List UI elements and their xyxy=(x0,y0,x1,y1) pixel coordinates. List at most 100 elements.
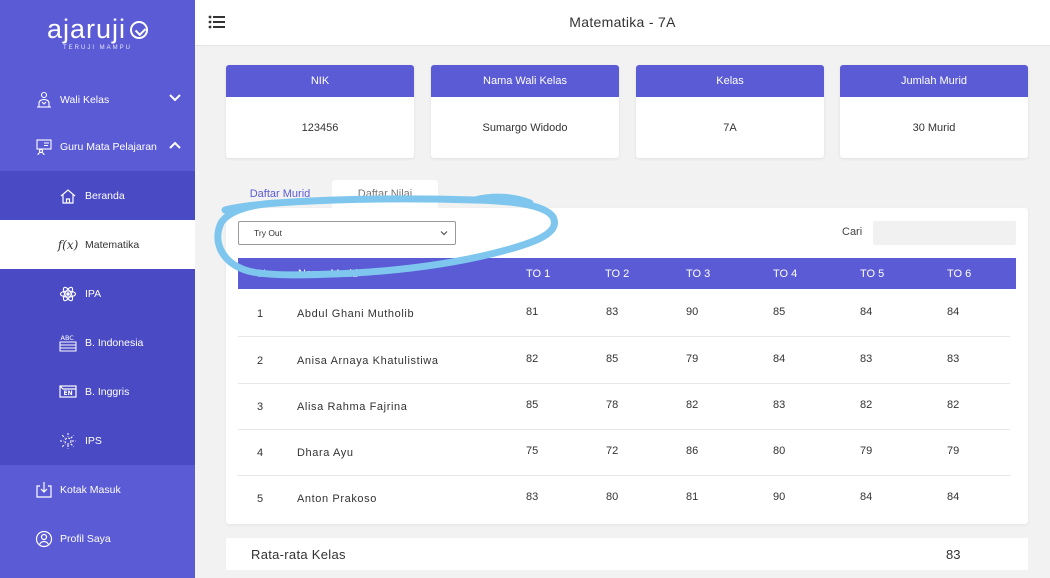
search-input[interactable] xyxy=(873,221,1016,245)
cell-score: 80 xyxy=(606,491,619,503)
table-header: No Nama Murid TO 1 TO 2 TO 3 TO 4 TO 5 T… xyxy=(238,258,1016,289)
svg-text:EN: EN xyxy=(64,390,73,397)
cell-name: Alisa Rahma Fajrina xyxy=(297,401,408,413)
card-label: Kelas xyxy=(636,65,824,97)
card-label: Nama Wali Kelas xyxy=(431,65,619,97)
card-value: 30 Murid xyxy=(912,121,956,134)
cell-name: Dhara Ayu xyxy=(297,447,354,459)
cell-no: 3 xyxy=(257,401,264,413)
logo-mark-icon xyxy=(130,20,149,39)
class-average-bar: Rata-rata Kelas 83 xyxy=(226,538,1028,570)
average-label: Rata-rata Kelas xyxy=(251,547,346,562)
cell-score: 72 xyxy=(606,445,619,457)
cell-score: 79 xyxy=(686,353,699,365)
table-row: 1 Abdul Ghani Mutholib 81 83 90 85 84 84 xyxy=(238,291,1010,337)
cell-score: 81 xyxy=(526,306,539,318)
card-value: Sumargo Widodo xyxy=(482,121,568,134)
column-header: TO 4 xyxy=(773,268,798,280)
cell-score: 83 xyxy=(860,353,873,365)
cell-score: 84 xyxy=(860,491,873,503)
atom-icon xyxy=(58,284,78,304)
info-card-nik: NIK 123456 xyxy=(226,65,414,158)
teacher-icon xyxy=(34,90,54,110)
select-value: Try Out xyxy=(254,228,283,238)
cell-score: 75 xyxy=(526,445,539,457)
cell-name: Anton Prakoso xyxy=(297,493,377,505)
table-row: 5 Anton Prakoso 83 80 81 90 84 84 xyxy=(238,476,1010,522)
sidebar-item-label: Profil Saya xyxy=(60,532,111,545)
cell-score: 82 xyxy=(686,399,699,411)
cell-name: Anisa Arnaya Khatulistiwa xyxy=(297,355,439,367)
cell-score: 85 xyxy=(526,399,539,411)
search-label: Cari xyxy=(842,226,863,238)
cell-score: 81 xyxy=(686,491,699,503)
cell-score: 84 xyxy=(947,491,960,503)
cell-score: 83 xyxy=(947,353,960,365)
card-label: NIK xyxy=(226,65,414,97)
card-label: Jumlah Murid xyxy=(840,65,1028,97)
average-value: 83 xyxy=(946,547,961,562)
cell-score: 85 xyxy=(773,306,786,318)
sidebar-item-profil-saya[interactable]: Profil Saya xyxy=(0,514,195,563)
cell-score: 79 xyxy=(947,445,960,457)
table-row: 3 Alisa Rahma Fajrina 85 78 82 83 82 82 xyxy=(238,384,1010,430)
sidebar-item-matematika[interactable]: f(x) Matematika xyxy=(0,220,195,269)
cell-score: 82 xyxy=(860,399,873,411)
sidebar-item-label: Matematika xyxy=(85,238,140,251)
sidebar-item-guru-mapel[interactable]: Guru Mata Pelajaran xyxy=(0,122,195,171)
sidebar-item-b-inggris[interactable]: EN B. Inggris xyxy=(0,367,195,416)
info-card-kelas: Kelas 7A xyxy=(636,65,824,158)
chevron-down-icon[interactable] xyxy=(167,90,183,106)
column-header: TO 5 xyxy=(860,268,885,280)
chevron-down-icon xyxy=(440,231,448,236)
inbox-icon xyxy=(34,480,54,500)
english-icon: EN xyxy=(58,382,78,402)
cell-score: 83 xyxy=(526,491,539,503)
top-bar: Matematika - 7A xyxy=(195,0,1050,46)
sidebar-item-kotak-masuk[interactable]: Kotak Masuk xyxy=(0,465,195,514)
cell-score: 84 xyxy=(947,306,960,318)
cell-score: 78 xyxy=(606,399,619,411)
cell-no: 2 xyxy=(257,355,264,367)
function-icon: f(x) xyxy=(57,237,79,252)
tab-daftar-nilai[interactable]: Daftar Nilai xyxy=(332,180,438,208)
page-title: Matematika - 7A xyxy=(569,14,676,30)
cell-no: 4 xyxy=(257,447,264,459)
globe-icon xyxy=(58,431,78,451)
column-header: Nama Murid xyxy=(298,268,358,280)
user-icon xyxy=(34,529,54,549)
cell-score: 84 xyxy=(860,306,873,318)
cell-no: 1 xyxy=(257,308,264,320)
grades-panel: Try Out Cari No Nama Murid TO 1 TO 2 TO … xyxy=(226,208,1028,524)
sidebar-item-ips[interactable]: IPS xyxy=(0,416,195,465)
exam-type-select[interactable]: Try Out xyxy=(238,221,456,245)
table-row: 2 Anisa Arnaya Khatulistiwa 82 85 79 84 … xyxy=(238,338,1010,384)
sidebar-item-label: IPA xyxy=(85,287,102,300)
logo: ajaruji TERUJI MAMPU xyxy=(0,14,195,51)
card-value: 7A xyxy=(723,121,737,134)
sidebar-item-ipa[interactable]: IPA xyxy=(0,269,195,318)
cell-score: 80 xyxy=(773,445,786,457)
sidebar-item-beranda[interactable]: Beranda xyxy=(0,171,195,220)
card-value: 123456 xyxy=(301,121,339,134)
table-row: 4 Dhara Ayu 75 72 86 80 79 79 xyxy=(238,430,1010,476)
sidebar-item-b-indonesia[interactable]: ABC B. Indonesia xyxy=(0,318,195,367)
sidebar-item-label: B. Inggris xyxy=(85,385,130,398)
sidebar-item-wali-kelas[interactable]: Wali Kelas xyxy=(0,75,195,124)
abc-book-icon: ABC xyxy=(58,333,78,353)
cell-name: Abdul Ghani Mutholib xyxy=(297,308,415,320)
info-card-wali-kelas: Nama Wali Kelas Sumargo Widodo xyxy=(431,65,619,158)
cell-score: 90 xyxy=(773,491,786,503)
sidebar-item-label: Beranda xyxy=(85,189,125,202)
column-header: No xyxy=(258,268,273,280)
cell-score: 86 xyxy=(686,445,699,457)
cell-no: 5 xyxy=(257,493,264,505)
cell-score: 82 xyxy=(526,353,539,365)
chevron-up-icon[interactable] xyxy=(167,137,183,153)
classroom-icon xyxy=(34,137,54,157)
cell-score: 82 xyxy=(947,399,960,411)
tab-daftar-murid[interactable]: Daftar Murid xyxy=(230,180,330,208)
sidebar-item-label: Kotak Masuk xyxy=(60,483,121,496)
sidebar-item-label: Guru Mata Pelajaran xyxy=(60,140,157,153)
column-header: TO 2 xyxy=(605,268,630,280)
